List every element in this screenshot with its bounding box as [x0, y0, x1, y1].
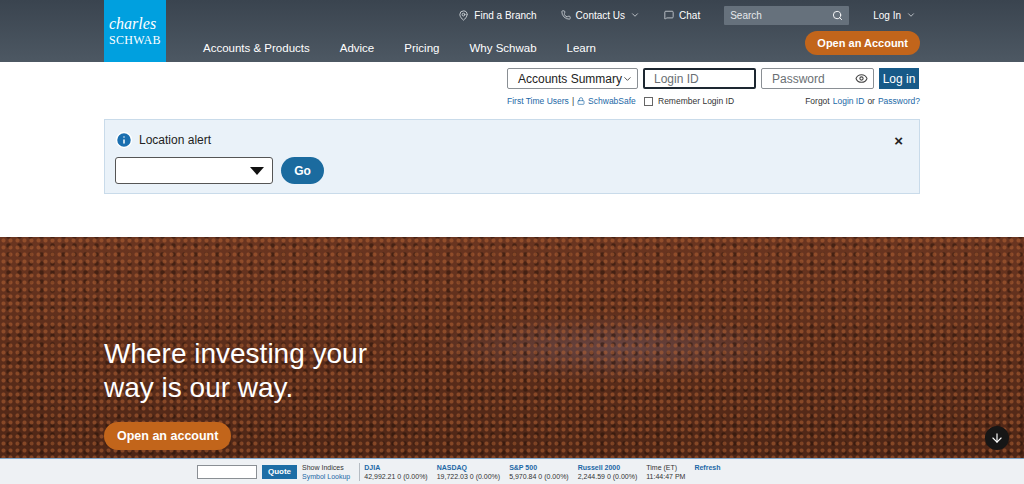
nav-item[interactable]: Why Schwab: [469, 42, 536, 54]
hero-headline: Where investing yourway is our way.: [104, 337, 920, 405]
close-button[interactable]: ×: [888, 133, 909, 148]
show-indices-link[interactable]: Show Indices: [302, 463, 350, 472]
schwabsafe-link[interactable]: SchwabSafe: [588, 95, 636, 107]
map-pin-icon: [458, 10, 469, 21]
utility-bar: Find a Branch Contact Us Chat Log In: [203, 0, 920, 30]
search-icon[interactable]: [832, 10, 843, 21]
index-item: Russell 20002,244.59 0 (0.00%): [578, 463, 638, 481]
index-item: S&P 5005,970.84 0 (0.00%): [509, 463, 569, 481]
chat-link[interactable]: Chat: [664, 10, 700, 21]
header: charlesSCHWAB Find a Branch Contact Us Chat…: [0, 0, 1024, 62]
open-account-button[interactable]: Open an Account: [805, 31, 920, 55]
login-form: Accounts Summary Log in First Time Users| S…: [507, 68, 920, 107]
password-field: [761, 68, 874, 89]
quote-input[interactable]: [197, 465, 257, 479]
search-input[interactable]: [730, 10, 832, 21]
login-menu[interactable]: Log In: [873, 10, 916, 21]
chat-icon: [664, 10, 674, 20]
chevron-down-icon: [630, 10, 640, 20]
location-select[interactable]: [115, 157, 273, 184]
forgot-password-link[interactable]: Password?: [878, 95, 920, 107]
login-id-field: [643, 68, 756, 89]
remember-label: Remember Login ID: [658, 95, 734, 107]
lock-icon: [577, 97, 585, 105]
quote-button[interactable]: Quote: [262, 465, 297, 479]
index-list: DJIA42,992.21 0 (0.00%) NASDAQ19,722.03 0…: [359, 463, 720, 481]
hero-open-account-button[interactable]: Open an account: [104, 422, 231, 450]
password-input[interactable]: [772, 72, 855, 86]
scroll-button[interactable]: [985, 426, 1009, 450]
find-branch-link[interactable]: Find a Branch: [458, 10, 536, 21]
refresh-link[interactable]: Refresh: [694, 463, 720, 472]
separator: |: [572, 95, 574, 107]
arrow-down-icon: [990, 431, 1004, 445]
forgot-login-id-link[interactable]: Login ID: [833, 95, 865, 107]
remember-checkbox[interactable]: [644, 97, 653, 106]
alert-title: Location alert: [139, 133, 211, 147]
go-button[interactable]: Go: [281, 157, 324, 184]
login-id-input[interactable]: [654, 72, 749, 86]
contact-us-link[interactable]: Contact Us: [561, 10, 640, 21]
chevron-down-icon: [622, 73, 633, 85]
eye-icon[interactable]: [855, 72, 868, 85]
search-box: [724, 6, 849, 25]
logo[interactable]: charlesSCHWAB: [104, 0, 166, 62]
hero: Where investing yourway is our way. Open …: [0, 237, 1024, 458]
chevron-down-icon: [906, 10, 916, 20]
nav-item[interactable]: Learn: [567, 42, 596, 54]
time-item: Time (ET)11:44:47 PM: [646, 463, 685, 481]
main-nav: Accounts & Products Advice Pricing Why Schw…: [203, 30, 596, 54]
info-icon: [115, 131, 133, 149]
login-button[interactable]: Log in: [879, 68, 919, 89]
phone-icon: [561, 10, 571, 20]
login-section: Accounts Summary Log in First Time Users| S…: [0, 62, 1024, 237]
index-item: NASDAQ19,722.03 0 (0.00%): [437, 463, 500, 481]
nav-item[interactable]: Advice: [340, 42, 375, 54]
symbol-lookup-link[interactable]: Symbol Lookup: [302, 472, 350, 481]
index-item: DJIA42,992.21 0 (0.00%): [364, 463, 427, 481]
dropdown-arrow-icon: [250, 167, 264, 175]
first-time-users-link[interactable]: First Time Users: [507, 95, 569, 107]
nav-item[interactable]: Pricing: [404, 42, 439, 54]
ticker-bar: Quote Show IndicesSymbol Lookup DJIA42,992…: [0, 458, 1024, 484]
view-select[interactable]: Accounts Summary: [507, 68, 638, 89]
nav-item[interactable]: Accounts & Products: [203, 42, 310, 54]
location-alert: Location alert × Go: [104, 119, 920, 194]
page: charlesSCHWAB Find a Branch Contact Us Chat…: [0, 0, 1024, 484]
